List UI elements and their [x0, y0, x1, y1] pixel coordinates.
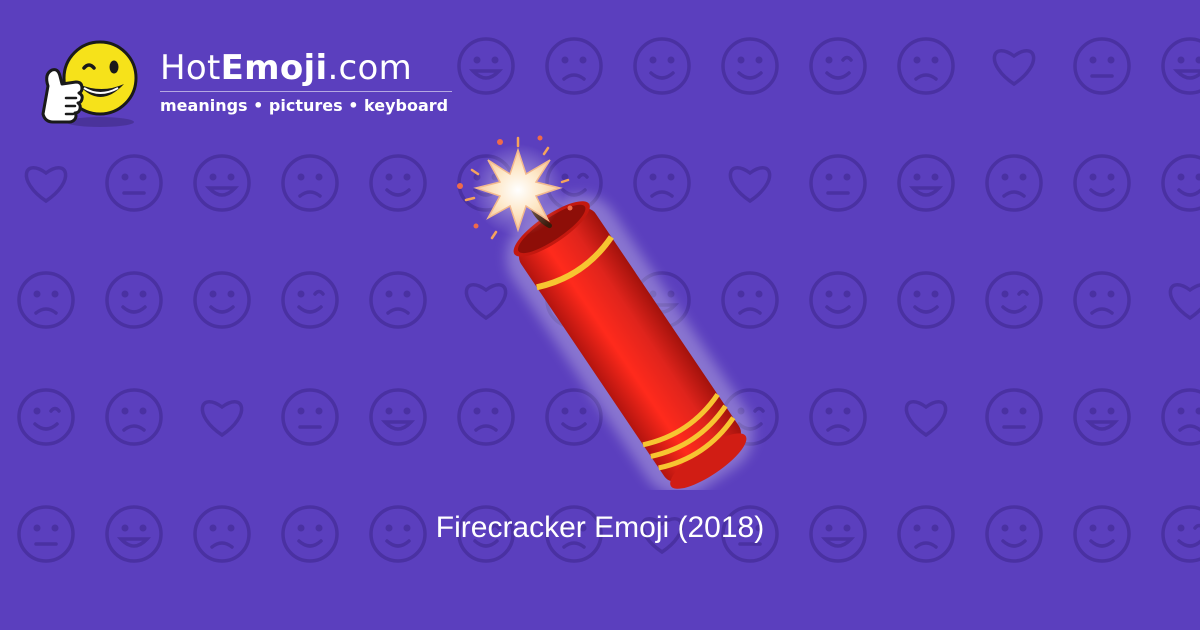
background-emoji-icon [809, 37, 867, 95]
firecracker-icon [457, 135, 754, 490]
background-emoji-icon [633, 37, 691, 95]
brand-divider [160, 91, 452, 92]
background-emoji-icon [17, 271, 75, 329]
background-emoji-icon [985, 154, 1043, 212]
background-emoji-icon [369, 154, 427, 212]
background-emoji-icon [809, 154, 867, 212]
background-emoji-icon [193, 154, 251, 212]
winking-thumbs-up-smiley-icon [41, 40, 138, 127]
background-emoji-icon [105, 388, 163, 446]
site-brand[interactable]: HotEmoji.com meanings • pictures • keybo… [38, 34, 478, 134]
background-emoji-icon [1073, 37, 1131, 95]
background-emoji-icon [721, 37, 779, 95]
background-emoji-icon [1073, 271, 1131, 329]
background-emoji-icon [904, 400, 948, 438]
site-tagline: meanings • pictures • keyboard [160, 96, 449, 115]
background-emoji-icon [17, 388, 75, 446]
background-emoji-icon [897, 154, 955, 212]
background-emoji-icon [1161, 388, 1200, 446]
background-emoji-icon [369, 388, 427, 446]
site-name-bold: Emoji [220, 48, 328, 88]
background-emoji-icon [105, 154, 163, 212]
site-name: HotEmoji.com [160, 48, 412, 88]
background-emoji-icon [200, 400, 244, 438]
background-emoji-icon [1161, 37, 1200, 95]
background-emoji-icon [24, 166, 68, 204]
background-emoji-icon [1168, 283, 1200, 321]
background-emoji-icon [1161, 154, 1200, 212]
background-emoji-icon [985, 388, 1043, 446]
background-emoji-icon [281, 154, 339, 212]
background-emoji-icon [369, 271, 427, 329]
background-emoji-icon [809, 271, 867, 329]
background-emoji-icon [897, 271, 955, 329]
emoji-caption: Firecracker Emoji (2018) [435, 511, 765, 544]
background-emoji-icon [105, 271, 163, 329]
background-emoji-icon [1073, 388, 1131, 446]
background-emoji-icon [281, 388, 339, 446]
background-emoji-icon [1073, 154, 1131, 212]
background-emoji-icon [193, 271, 251, 329]
background-emoji-icon [545, 37, 603, 95]
background-emoji-icon [992, 49, 1036, 87]
background-emoji-icon [985, 271, 1043, 329]
site-name-suffix: .com [327, 48, 413, 88]
background-emoji-icon [809, 388, 867, 446]
site-name-prefix: Hot [160, 48, 221, 88]
background-emoji-icon [281, 271, 339, 329]
background-emoji-icon [897, 37, 955, 95]
